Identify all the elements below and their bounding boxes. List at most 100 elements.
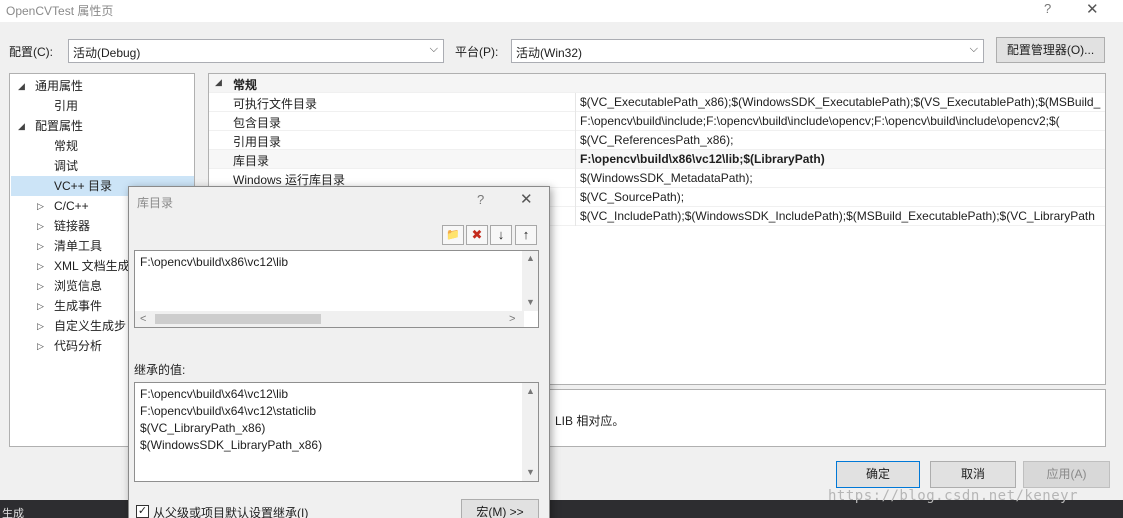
grid-row-name: 可执行文件目录 [233,97,318,111]
tree-item-debugging[interactable]: 调试 [18,156,194,176]
tree-item-label: 配置属性 [35,119,84,133]
ok-button[interactable]: 确定 [836,461,920,488]
library-dirs-dialog: 库目录 ? ✕ 📁 ✖ ↓ ↑ F:\opencv\build\x86\vc12… [128,186,550,518]
help-button[interactable]: ? [1044,1,1051,16]
column-divider [575,207,576,226]
platform-combo[interactable]: 活动(Win32) ⌵ [511,39,984,63]
delete-icon[interactable]: ✖ [466,225,488,245]
column-divider [575,93,576,112]
grid-row-value: $(VC_IncludePath);$(WindowsSDK_IncludePa… [580,209,1095,223]
scroll-down-icon[interactable]: ▼ [526,467,535,477]
tree-item-label: XML 文档生成 [54,259,130,273]
close-icon[interactable]: ✕ [520,190,533,208]
scroll-left-icon[interactable]: < [140,313,146,325]
grid-row-name: 包含目录 [233,116,282,130]
vertical-scrollbar[interactable]: ▲ ▼ [522,383,538,481]
tree-item-label: 引用 [54,99,79,113]
config-label: 配置(C): [9,45,53,59]
expand-icon[interactable]: ▷ [37,256,47,276]
macros-button[interactable]: 宏(M) >> [461,499,539,518]
tree-item-label: C/C++ [54,199,89,213]
inherited-entry: F:\opencv\build\x64\vc12\staticlib [140,404,317,418]
directory-entry[interactable]: F:\opencv\build\x86\vc12\lib [140,255,288,269]
description-text: LIB 相对应。 [555,414,625,428]
output-panel-strip: 生成 [0,500,128,518]
column-divider [575,150,576,169]
expand-icon[interactable]: ▷ [37,276,47,296]
window-title: OpenCVTest 属性页 [6,4,114,18]
expand-icon[interactable]: ▷ [37,336,47,356]
tree-item-label: VC++ 目录 [54,179,113,193]
grid-row-value: $(VC_ExecutablePath_x86);$(WindowsSDK_Ex… [580,95,1101,109]
expand-icon[interactable]: ▷ [37,316,47,336]
scroll-up-icon[interactable]: ▲ [526,386,535,396]
config-combo[interactable]: 活动(Debug) ⌵ [68,39,444,63]
tree-item-common-properties[interactable]: ◢ 通用属性 [18,76,194,96]
inherited-values-list: F:\opencv\build\x64\vc12\lib F:\opencv\b… [134,382,539,482]
grid-row-value: F:\opencv\build\x86\vc12\lib;$(LibraryPa… [580,152,825,166]
grid-row-value: $(VC_SourcePath); [580,190,685,204]
tree-item-label: 链接器 [54,219,91,233]
tree-item-label: 清单工具 [54,239,103,253]
column-divider [575,131,576,150]
expand-icon[interactable]: ▷ [37,236,47,256]
config-manager-button[interactable]: 配置管理器(O)... [996,37,1105,63]
tree-item-label: 浏览信息 [54,279,103,293]
inherited-entry: $(VC_LibraryPath_x86) [140,421,266,435]
expand-icon[interactable]: ▷ [37,196,47,216]
grid-row-name: 库目录 [233,154,270,168]
vertical-scrollbar[interactable]: ▲ ▼ [522,251,538,311]
inherit-checkbox-label[interactable]: 从父级或项目默认设置继承(I) [153,504,308,518]
tree-item-references[interactable]: 引用 [18,96,194,116]
column-divider [575,188,576,207]
tree-item-config-properties[interactable]: ◢ 配置属性 [18,116,194,136]
chevron-down-icon: ⌵ [429,43,438,55]
config-value: 活动(Debug) [73,46,141,60]
expand-icon[interactable]: ▷ [37,216,47,236]
platform-label: 平台(P): [455,45,499,59]
tree-item-label: 调试 [54,159,79,173]
scroll-thumb[interactable] [155,314,321,324]
scroll-down-icon[interactable]: ▼ [526,297,535,307]
inherit-checkbox[interactable]: ✓ [136,505,149,518]
cancel-button[interactable]: 取消 [930,461,1016,488]
inherited-entry: F:\opencv\build\x64\vc12\lib [140,387,289,401]
watermark: https://blog.csdn.net/keneyr [828,488,1079,504]
expand-icon[interactable]: ◢ [18,116,28,136]
directory-list[interactable]: F:\opencv\build\x86\vc12\lib ▲ ▼ < > [134,250,539,328]
expand-icon[interactable]: ◢ [18,76,28,96]
move-up-icon[interactable]: ↑ [515,225,537,245]
expand-icon[interactable]: ▷ [37,296,47,316]
grid-row-library-dirs[interactable]: 库目录 F:\opencv\build\x86\vc12\lib;$(Libra… [209,150,1105,169]
scroll-right-icon[interactable]: > [509,313,515,325]
column-divider [575,169,576,188]
tree-item-label: 生成事件 [54,299,103,313]
horizontal-scrollbar[interactable]: < > [135,311,524,327]
new-folder-icon[interactable]: 📁 [442,225,464,245]
platform-value: 活动(Win32) [516,46,583,60]
dialog-help-button[interactable]: ? [477,192,484,207]
grid-row[interactable]: 包含目录 F:\opencv\build\include;F:\opencv\b… [209,112,1105,131]
close-icon[interactable]: ✕ [1086,0,1099,18]
grid-row[interactable]: 可执行文件目录 $(VC_ExecutablePath_x86);$(Windo… [209,93,1105,112]
grid-row-value: $(WindowsSDK_MetadataPath); [580,171,753,185]
move-down-icon[interactable]: ↓ [490,225,512,245]
tree-item-label: 常规 [54,139,79,153]
title-bar: OpenCVTest 属性页 ? ✕ [0,0,1123,22]
output-panel-label: 生成 [2,508,24,518]
inherited-entry: $(WindowsSDK_LibraryPath_x86) [140,438,323,452]
chevron-down-icon: ⌵ [969,43,978,55]
grid-section-header[interactable]: ◢ 常规 [209,74,1105,93]
dialog-title: 库目录 [137,196,174,210]
column-divider [575,112,576,131]
section-title: 常规 [233,78,258,92]
tree-item-general[interactable]: 常规 [18,136,194,156]
tree-item-label: 通用属性 [35,79,84,93]
collapse-icon[interactable]: ◢ [215,77,222,88]
scroll-up-icon[interactable]: ▲ [526,253,535,263]
grid-row-value: F:\opencv\build\include;F:\opencv\build\… [580,114,1060,128]
grid-row-name: 引用目录 [233,135,282,149]
apply-button[interactable]: 应用(A) [1023,461,1110,488]
tree-item-label: 代码分析 [54,339,103,353]
grid-row[interactable]: 引用目录 $(VC_ReferencesPath_x86); [209,131,1105,150]
